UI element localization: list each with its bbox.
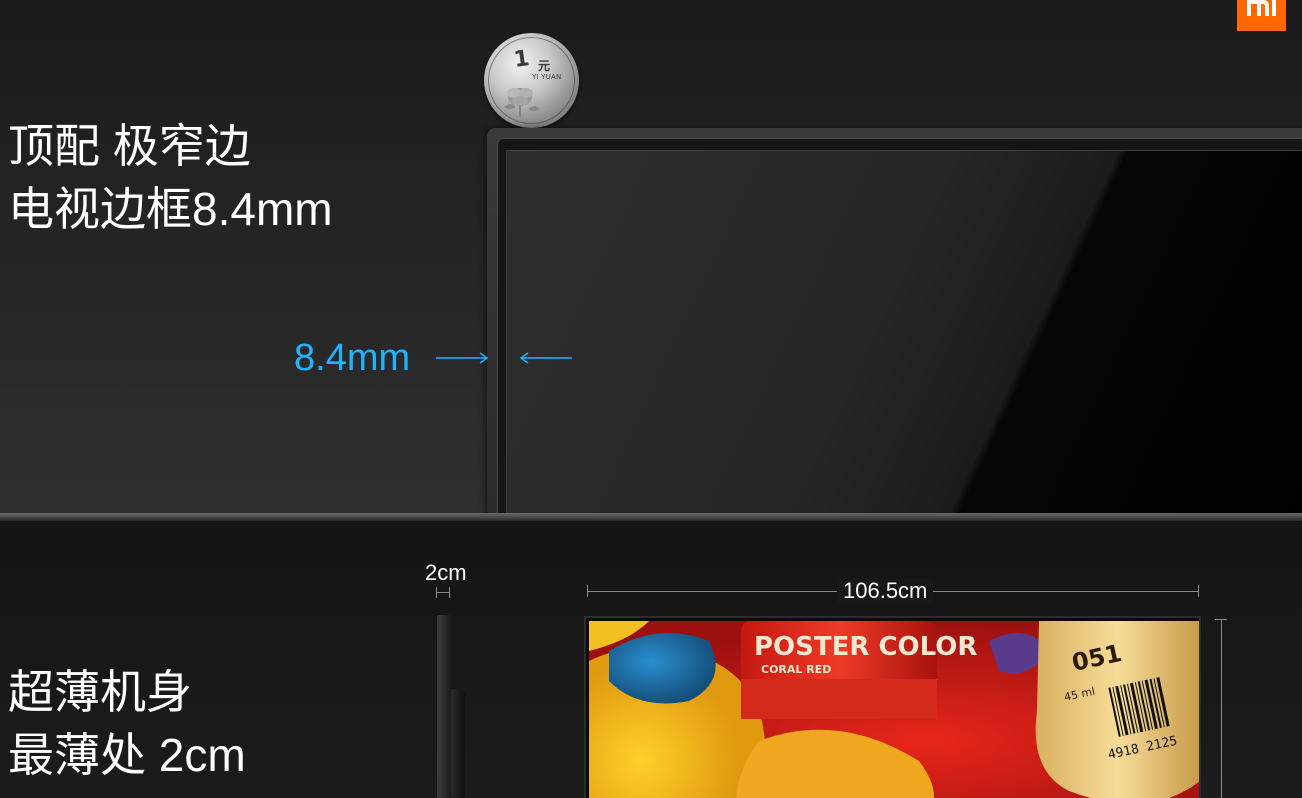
coin-unit: 元 [538, 59, 551, 73]
height-dimension-line [1221, 619, 1222, 798]
width-label: 106.5cm [837, 578, 934, 604]
paint-powder-image: POSTER COLOR CORAL RED 051 45 ml 4918 21… [589, 621, 1199, 798]
tv-front-view: POSTER COLOR CORAL RED 051 45 ml 4918 21… [584, 616, 1201, 798]
width-dimension-tick-left [587, 585, 588, 597]
mi-logo-icon [1247, 0, 1276, 16]
arrow-left-icon [519, 352, 572, 364]
thickness-label: 2cm [425, 560, 467, 585]
tv-corner-frame [487, 128, 1302, 513]
peony-flower-icon [504, 88, 540, 117]
arrow-right-icon [436, 352, 489, 364]
bezel-headline-line1: 顶配 极窄边 [8, 120, 251, 172]
tv-screen [506, 150, 1302, 513]
body-headline-line1: 超薄机身 [8, 666, 192, 718]
jar-left-title: POSTER COLOR [754, 632, 977, 662]
jar-left-subtitle: CORAL RED [761, 663, 831, 676]
thickness-dimension-tick-right [449, 587, 450, 598]
coin-image: 1 元 YI YUAN [484, 33, 579, 128]
width-dimension-tick-right [1198, 585, 1199, 597]
bezel-headline-line2: 电视边框8.4mm [8, 183, 333, 235]
section-divider [0, 513, 1302, 521]
bezel-measure-label: 8.4mm [294, 337, 411, 379]
body-section: 超薄机身 最薄处 2cm 2cm 106.5cm POSTER COLOR CO… [0, 521, 1302, 798]
coin-value: 1 [512, 46, 531, 73]
thickness-dimension-tick-left [436, 587, 437, 598]
height-dimension-tick-top [1215, 619, 1227, 620]
thickness-dimension-line [436, 592, 450, 593]
tv-side-bulge [451, 689, 465, 798]
mi-logo [1237, 0, 1286, 31]
bezel-section: 1 元 YI YUAN 顶配 极窄边 电视边框8.4mm 8.4mm [0, 0, 1302, 513]
tv-side-profile [437, 615, 451, 798]
body-headline-line2: 最薄处 2cm [8, 729, 246, 781]
